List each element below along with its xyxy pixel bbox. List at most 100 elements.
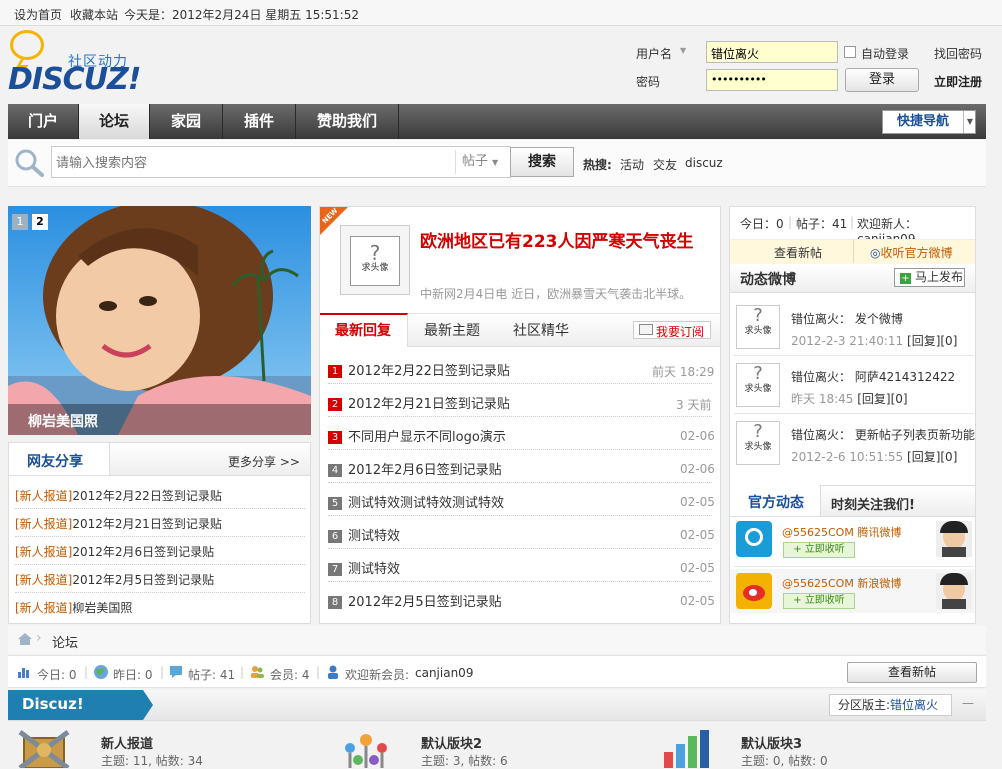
- forum-name[interactable]: 新人报道: [101, 733, 153, 752]
- weibo-item[interactable]: 错位离火： 更新帖子列表页新功能: [791, 426, 975, 443]
- tencent-weibo-icon[interactable]: [736, 521, 772, 557]
- forum-name[interactable]: 默认版块3: [741, 733, 802, 752]
- stat-members: 会员: 4: [270, 668, 310, 682]
- tab-official[interactable]: 官方动态: [748, 492, 804, 512]
- top-bar: 设为首页 收藏本站 今天是：2012年2月24日 星期五 15:51:52: [0, 0, 1002, 26]
- thread-item[interactable]: 6 测试特效: [328, 525, 400, 544]
- login-button[interactable]: 登录: [845, 68, 919, 92]
- slide-page-1[interactable]: 1: [12, 214, 28, 230]
- stat-today: 今日：0: [740, 217, 784, 231]
- follow-weibo-link[interactable]: ◎收听官方微博: [870, 244, 953, 261]
- slide-caption[interactable]: 柳岩美国照: [28, 411, 98, 431]
- headline-title[interactable]: 欧洲地区已有223人因严寒天气丧生: [420, 229, 710, 255]
- set-home-link[interactable]: 设为首页: [14, 6, 62, 23]
- list-item[interactable]: [新人报道]2012年2月21日签到记录贴: [15, 515, 222, 532]
- search-button[interactable]: 搜索: [510, 147, 574, 177]
- password-field[interactable]: ••••••••••: [706, 69, 838, 91]
- tab-digest[interactable]: 社区精华: [513, 320, 569, 340]
- hot-search-item[interactable]: discuz: [685, 156, 723, 170]
- hot-search-item[interactable]: 活动: [620, 156, 644, 173]
- thread-time: 02-05: [680, 495, 715, 509]
- thread-time: 02-05: [680, 561, 715, 575]
- user-icon: [328, 665, 338, 679]
- stat-today: 今日: 0: [37, 668, 77, 682]
- hot-search-item[interactable]: 交友: [653, 156, 677, 173]
- stat-posts: 帖子：41: [796, 217, 848, 231]
- bookmark-link[interactable]: 收藏本站: [70, 6, 118, 23]
- headline-avatar[interactable]: ? 求头像: [340, 225, 410, 295]
- thread-item[interactable]: 1 2012年2月22日签到记录贴: [328, 360, 510, 379]
- search-type-select[interactable]: 帖子 ▼: [455, 150, 509, 174]
- username-field[interactable]: 错位离火: [706, 41, 838, 63]
- forum-icon[interactable]: [656, 728, 712, 768]
- reply-link[interactable]: [回复][0]: [857, 392, 907, 406]
- mail-icon: [639, 324, 653, 335]
- reply-link[interactable]: [回复][0]: [907, 334, 957, 348]
- nav-item-portal[interactable]: 门户: [8, 104, 79, 139]
- list-item[interactable]: [新人报道]2012年2月22日签到记录贴: [15, 487, 222, 504]
- breadcrumb: [8, 626, 986, 654]
- avatar[interactable]: ? 求头像: [736, 305, 780, 349]
- weibo-item[interactable]: 错位离火： 发个微博: [791, 310, 903, 327]
- collapse-icon[interactable]: —: [962, 696, 974, 710]
- slide-photo: [8, 206, 311, 435]
- nav-item-sponsor[interactable]: 赞助我们: [296, 104, 399, 139]
- thread-item[interactable]: 3 不同用户显示不同logo演示: [328, 426, 506, 445]
- thread-item[interactable]: 7 测试特效: [328, 558, 400, 577]
- thread-item[interactable]: 5 测试特效测试特效测试特效: [328, 492, 504, 511]
- question-icon: ?: [753, 363, 763, 384]
- subscribe-button[interactable]: 我要订阅: [633, 321, 711, 339]
- chevron-down-icon[interactable]: ▼: [680, 46, 686, 55]
- publish-weibo-button[interactable]: + 马上发布: [894, 268, 965, 287]
- view-new-posts-button[interactable]: 查看新帖: [847, 662, 977, 683]
- slideshow[interactable]: 1 2 柳岩美国照: [8, 206, 311, 435]
- moderator-link[interactable]: 错位离火: [890, 698, 938, 712]
- thread-item[interactable]: 8 2012年2月5日签到记录贴: [328, 591, 502, 610]
- share-more-link[interactable]: 更多分享 >>: [228, 453, 300, 470]
- hot-search-label: 热搜:: [583, 158, 612, 172]
- nav-item-plugins[interactable]: 插件: [223, 104, 296, 139]
- forum-name[interactable]: 默认版块2: [421, 733, 482, 752]
- reply-link[interactable]: [回复][0]: [907, 450, 957, 464]
- follow-us-label: 时刻关注我们!: [831, 498, 915, 513]
- home-icon[interactable]: [17, 632, 33, 646]
- follow-button[interactable]: + 立即收听: [783, 593, 855, 609]
- chart-icon: [18, 668, 29, 678]
- search-input[interactable]: [54, 149, 454, 177]
- nav-item-home[interactable]: 家园: [150, 104, 223, 139]
- forum-icon[interactable]: [18, 728, 70, 768]
- sina-weibo-icon[interactable]: [736, 573, 772, 609]
- logo[interactable]: DISCUZ!: [8, 62, 141, 97]
- nav-item-forum[interactable]: 论坛: [79, 104, 150, 139]
- forum-icon[interactable]: [338, 728, 394, 768]
- register-link[interactable]: 立即注册: [934, 73, 982, 90]
- thread-item[interactable]: 4 2012年2月6日签到记录贴: [328, 459, 502, 478]
- follow-button[interactable]: + 立即收听: [783, 542, 855, 558]
- list-item[interactable]: [新人报道]2012年2月6日签到记录贴: [15, 543, 214, 560]
- quick-nav-button[interactable]: 快捷导航 ▼: [882, 110, 976, 134]
- find-password-link[interactable]: 找回密码: [934, 45, 982, 62]
- avatar: [936, 573, 972, 609]
- sina-weibo-account[interactable]: @55625COM 新浪微博: [782, 575, 901, 591]
- plus-icon: +: [900, 273, 911, 284]
- list-item[interactable]: [新人报道]柳岩美国照: [15, 599, 132, 616]
- weibo-item[interactable]: 错位离火： 阿萨4214312422: [791, 368, 955, 385]
- avatar[interactable]: ? 求头像: [736, 363, 780, 407]
- thread-item[interactable]: 2 2012年2月21日签到记录贴: [328, 393, 510, 412]
- tab-latest-replies[interactable]: 最新回复: [335, 320, 391, 340]
- search-icon: [15, 149, 44, 177]
- tencent-weibo-account[interactable]: @55625COM 腾讯微博: [782, 524, 901, 540]
- auto-login-checkbox[interactable]: [844, 46, 856, 58]
- avatar[interactable]: ? 求头像: [736, 421, 780, 465]
- share-title[interactable]: 网友分享: [27, 451, 83, 471]
- list-item[interactable]: [新人报道]2012年2月5日签到记录贴: [15, 571, 214, 588]
- tab-latest-threads[interactable]: 最新主题: [424, 320, 480, 340]
- category-name[interactable]: Discuz!: [22, 695, 84, 713]
- auto-login-label[interactable]: 自动登录: [861, 45, 909, 62]
- weibo-title: 动态微博: [740, 272, 796, 288]
- slide-page-2[interactable]: 2: [32, 214, 48, 230]
- view-new-posts-link[interactable]: 查看新帖: [774, 244, 822, 261]
- welcome-user-link[interactable]: canjian09: [415, 666, 473, 680]
- thread-time: 02-06: [680, 429, 715, 443]
- breadcrumb-separator: ›: [36, 630, 42, 646]
